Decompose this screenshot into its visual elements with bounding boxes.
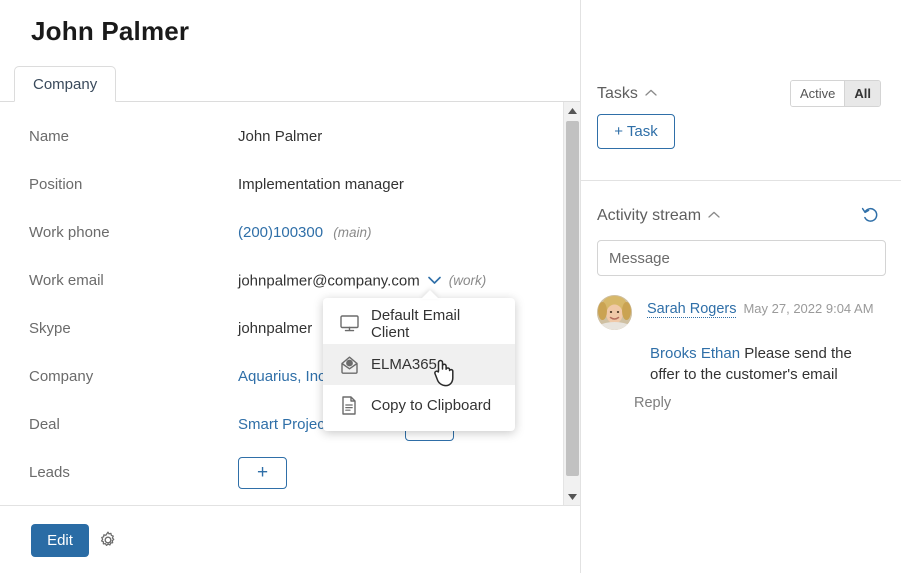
scroll-up-icon[interactable] <box>564 102 581 119</box>
field-row-work-phone: Work phone (200)100300 (main) <box>0 214 560 262</box>
scrollbar-thumb[interactable] <box>566 121 579 476</box>
menu-item-label-elma365: ELMA365 <box>371 356 437 373</box>
field-label-work-phone: Work phone <box>29 224 110 241</box>
filter-option-active[interactable]: Active <box>790 81 845 106</box>
field-row-position: Position Implementation manager <box>0 166 560 214</box>
form-scrollbar[interactable] <box>563 102 581 505</box>
caret-up-glyph-2 <box>708 211 720 218</box>
field-label-company: Company <box>29 368 94 385</box>
monitor-glyph <box>339 315 359 332</box>
field-value-work-phone: (200)100300 (main) <box>238 224 372 241</box>
gear-icon[interactable] <box>98 530 118 550</box>
add-lead-button[interactable]: + <box>238 457 287 489</box>
work-email-text: johnpalmer@company.com <box>238 272 420 290</box>
work-phone-link[interactable]: (200)100300 <box>238 224 323 241</box>
post-author-link[interactable]: Sarah Rogers <box>647 301 737 318</box>
scroll-down-glyph <box>568 493 577 500</box>
tasks-title: Tasks <box>597 85 638 102</box>
field-value-company: Aquarius, Inc. <box>238 368 330 385</box>
menu-item-elma365[interactable]: ELMA365 <box>323 344 515 385</box>
dialog-footer: Edit <box>0 505 580 574</box>
tasks-section-header: Tasks <box>597 83 657 103</box>
post-text: Brooks Ethan Please send the offer to th… <box>650 343 882 385</box>
contact-card-dialog: John Palmer Company Name John Palmer Pos… <box>0 0 901 574</box>
activity-section-header: Activity stream <box>597 205 720 225</box>
collapse-activity-icon[interactable] <box>708 205 720 223</box>
collapse-tasks-icon[interactable] <box>645 83 657 101</box>
field-value-skype: johnpalmer <box>238 320 312 337</box>
page-title: John Palmer <box>31 16 190 46</box>
field-row-name: Name John Palmer <box>0 118 560 166</box>
field-label-name: Name <box>29 128 70 145</box>
post-timestamp: May 27, 2022 9:04 AM <box>743 301 874 316</box>
filter-option-all[interactable]: All <box>844 81 880 106</box>
tab-company-label: Company <box>33 75 98 93</box>
field-value-name-text: John Palmer <box>238 128 323 145</box>
field-row-leads: Leads + <box>0 454 560 502</box>
gear-glyph <box>100 531 115 546</box>
edit-button[interactable]: Edit <box>31 524 89 557</box>
envelope-icon <box>339 355 359 375</box>
scroll-up-glyph <box>568 107 577 114</box>
avatar-photo <box>597 295 632 330</box>
tab-company[interactable]: Company <box>14 66 117 102</box>
post-header: Sarah Rogers May 27, 2022 9:04 AM <box>647 300 874 318</box>
activity-title: Activity stream <box>597 207 702 224</box>
reply-button[interactable]: Reply <box>634 395 671 411</box>
work-email-tag: (work) <box>448 273 487 289</box>
field-value-deal: Smart Project <box>238 416 329 433</box>
caret-up-glyph <box>645 89 657 96</box>
tasks-filter-toggle: Active All <box>789 80 881 107</box>
email-action-menu: Default Email Client ELMA365 Copy to Cli… <box>323 298 515 431</box>
field-value-work-email: johnpalmer@company.com (work) <box>238 272 486 291</box>
company-link[interactable]: Aquarius, Inc. <box>238 368 330 385</box>
menu-item-default-email-client[interactable]: Default Email Client <box>323 303 515 344</box>
post-mention-link[interactable]: Brooks Ethan <box>650 345 740 362</box>
field-label-position: Position <box>29 176 83 193</box>
message-input[interactable] <box>597 240 886 276</box>
menu-item-label-default-email-client: Default Email Client <box>371 306 461 341</box>
deal-link[interactable]: Smart Project <box>238 416 329 433</box>
envelope-glyph <box>340 356 358 374</box>
tab-strip: Company <box>0 66 580 102</box>
field-value-name: John Palmer <box>238 128 322 145</box>
document-glyph <box>342 396 356 415</box>
add-task-button[interactable]: + Task <box>597 114 675 149</box>
field-value-position: Implementation manager <box>238 176 404 193</box>
document-icon <box>339 396 359 416</box>
field-label-work-email: Work email <box>29 272 104 289</box>
side-panel: Tasks Active All + Task Activity stream <box>581 0 901 573</box>
menu-item-copy-to-clipboard[interactable]: Copy to Clipboard <box>323 385 515 426</box>
refresh-glyph <box>861 207 878 222</box>
field-label-deal: Deal <box>29 416 60 433</box>
work-phone-tag: (main) <box>333 225 372 240</box>
field-value-position-text: Implementation manager <box>238 176 404 193</box>
field-value-skype-text: johnpalmer <box>238 320 313 337</box>
field-label-leads: Leads <box>29 464 70 481</box>
scroll-down-icon[interactable] <box>564 488 581 505</box>
monitor-icon <box>339 314 359 334</box>
field-label-skype: Skype <box>29 320 71 337</box>
refresh-icon[interactable] <box>861 205 881 225</box>
avatar <box>597 295 632 330</box>
chevron-down-glyph <box>427 276 441 284</box>
section-divider <box>581 180 901 181</box>
menu-item-label-copy-to-clipboard: Copy to Clipboard <box>371 397 492 414</box>
dropdown-pointer <box>421 290 439 299</box>
chevron-down-icon[interactable] <box>427 272 441 289</box>
